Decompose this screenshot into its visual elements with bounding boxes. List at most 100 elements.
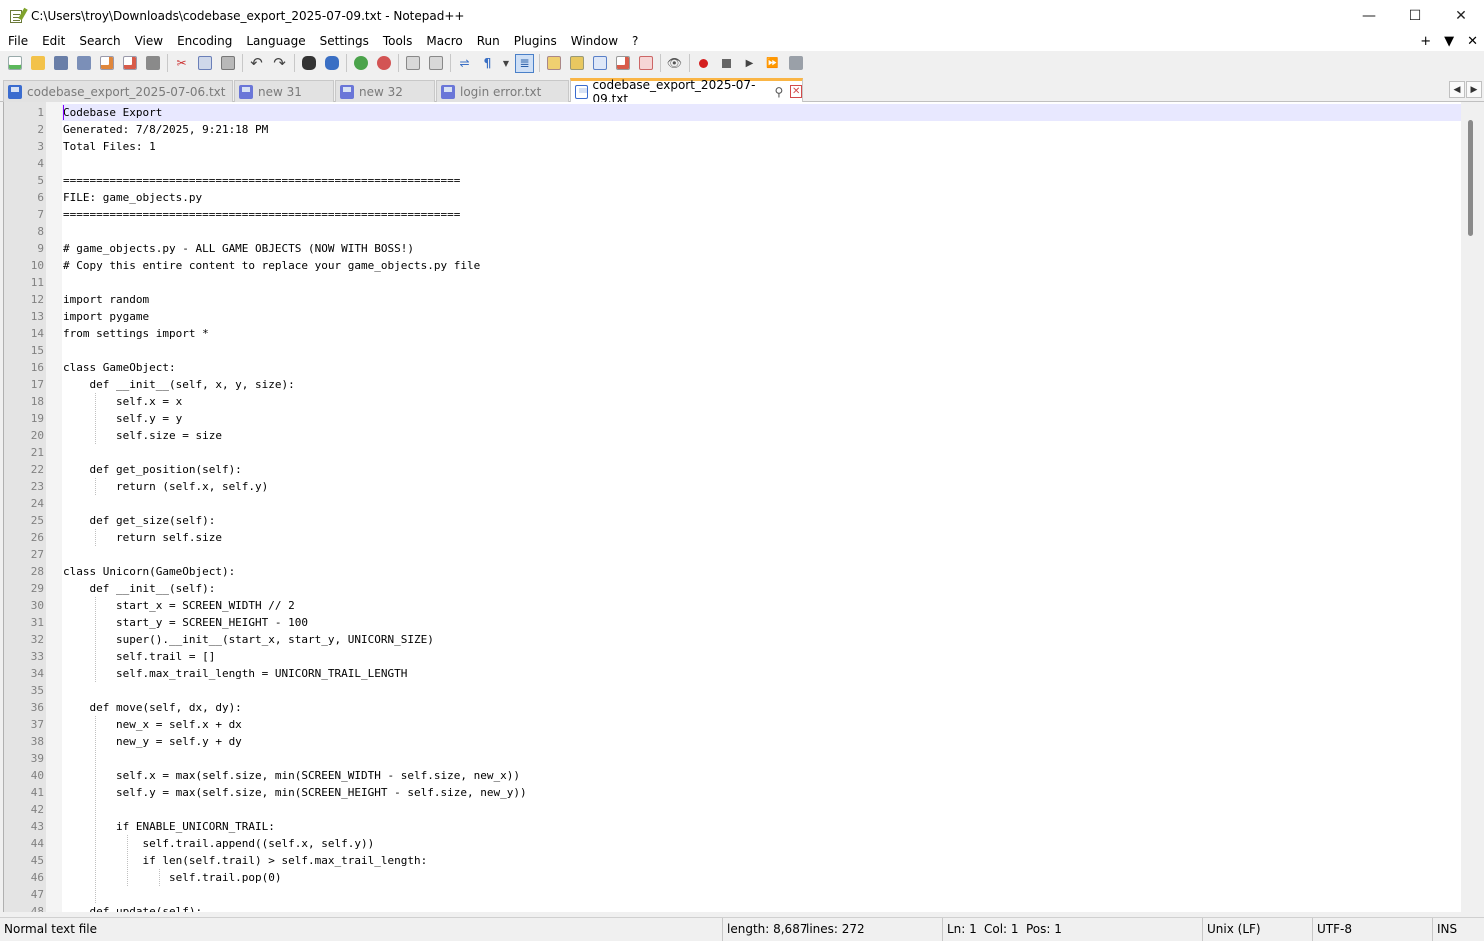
find-icon[interactable]	[299, 54, 318, 73]
folder-workspace-icon[interactable]	[567, 54, 586, 73]
menu-language[interactable]: Language	[239, 31, 312, 51]
menu-macro[interactable]: Macro	[419, 31, 469, 51]
show-all-chars-icon[interactable]: ¶	[478, 54, 497, 73]
code-line[interactable]: 35	[31, 682, 1462, 699]
code-line[interactable]: 14 from settings import *	[31, 325, 1462, 342]
code-line[interactable]: 34 self.max_trail_length = UNICORN_TRAIL…	[31, 665, 1462, 682]
menu-view[interactable]: View	[128, 31, 170, 51]
code-line[interactable]: 41 self.y = max(self.size, min(SCREEN_HE…	[31, 784, 1462, 801]
word-wrap-icon[interactable]: ⇌	[455, 54, 474, 73]
code-line[interactable]: 32 super().__init__(start_x, start_y, UN…	[31, 631, 1462, 648]
code-line[interactable]: 31 start_y = SCREEN_HEIGHT - 100	[31, 614, 1462, 631]
tab-new-32[interactable]: new 32	[335, 80, 435, 102]
code-line[interactable]: 30 start_x = SCREEN_WIDTH // 2	[31, 597, 1462, 614]
code-line[interactable]: 39	[31, 750, 1462, 767]
code-line[interactable]: 5 =======================================…	[37, 172, 1462, 189]
minimize-button[interactable]: —	[1346, 0, 1392, 31]
monitor-icon[interactable]	[636, 54, 655, 73]
new-tab-icon[interactable]: +	[1420, 34, 1431, 49]
code-line[interactable]: 48 def update(self):	[31, 903, 1462, 912]
code-line[interactable]: 43 if ENABLE_UNICORN_TRAIL:	[31, 818, 1462, 835]
status-eol[interactable]: Unix (LF)	[1202, 918, 1312, 941]
save-all-icon[interactable]	[74, 54, 93, 73]
code-line[interactable]: 12 import random	[31, 291, 1462, 308]
code-line[interactable]: 26 return self.size	[31, 529, 1462, 546]
function-list-icon[interactable]	[590, 54, 609, 73]
code-line[interactable]: 6 FILE: game_objects.py	[37, 189, 1462, 206]
replace-icon[interactable]	[322, 54, 341, 73]
cut-icon[interactable]: ✂	[172, 54, 191, 73]
tab-codebase-export-0706[interactable]: codebase_export_2025-07-06.txt	[3, 80, 233, 102]
tab-login-error[interactable]: login error.txt	[436, 80, 569, 102]
editor[interactable]: 1 Codebase Export 2 Generated: 7/8/2025, 9:…	[3, 102, 1481, 912]
maximize-button[interactable]: ☐	[1392, 0, 1438, 31]
sync-vertical-icon[interactable]	[403, 54, 422, 73]
code-line[interactable]: 19 self.y = y	[31, 410, 1462, 427]
code-line[interactable]: 22 def get_position(self):	[31, 461, 1462, 478]
close-icon[interactable]	[97, 54, 116, 73]
sync-horizontal-icon[interactable]	[426, 54, 445, 73]
tab-scroll-left-icon[interactable]: ◀	[1449, 81, 1465, 98]
code-line[interactable]: 42	[31, 801, 1462, 818]
eye-icon[interactable]: 👁	[665, 54, 684, 73]
tab-scroll-right-icon[interactable]: ▶	[1466, 81, 1482, 98]
doc-list-icon[interactable]	[613, 54, 632, 73]
zoom-in-icon[interactable]	[351, 54, 370, 73]
code-line[interactable]: 15	[31, 342, 1462, 359]
code-line[interactable]: 24	[31, 495, 1462, 512]
zoom-out-icon[interactable]	[374, 54, 393, 73]
menu-edit[interactable]: Edit	[35, 31, 72, 51]
copy-icon[interactable]	[195, 54, 214, 73]
menu-settings[interactable]: Settings	[313, 31, 376, 51]
play-macro-icon[interactable]: ▶	[740, 54, 759, 73]
menu-window[interactable]: Window	[564, 31, 625, 51]
code-line[interactable]: 4	[37, 155, 1462, 172]
code-line[interactable]: 46 self.trail.pop(0)	[31, 869, 1462, 886]
run-multiple-icon[interactable]: ⏩	[763, 54, 782, 73]
code-line[interactable]: 45 if len(self.trail) > self.max_trail_l…	[31, 852, 1462, 869]
code-line[interactable]: 37 new_x = self.x + dx	[31, 716, 1462, 733]
vertical-scrollbar[interactable]	[1461, 102, 1481, 912]
code-line[interactable]: 44 self.trail.append((self.x, self.y))	[31, 835, 1462, 852]
tab-codebase-export-0709[interactable]: codebase_export_2025-07-09.txt ⚲ ✕	[570, 78, 803, 106]
code-line[interactable]: 25 def get_size(self):	[31, 512, 1462, 529]
new-file-icon[interactable]	[5, 54, 24, 73]
code-line[interactable]: 40 self.x = max(self.size, min(SCREEN_WI…	[31, 767, 1462, 784]
code-line[interactable]: 1 Codebase Export	[37, 104, 1462, 121]
paste-icon[interactable]	[218, 54, 237, 73]
close-tab-icon[interactable]: ✕	[790, 85, 802, 98]
menu-file[interactable]: File	[0, 31, 35, 51]
code-line[interactable]: 27	[31, 546, 1462, 563]
code-line[interactable]: 38 new_y = self.y + dy	[31, 733, 1462, 750]
pin-icon[interactable]: ⚲	[775, 85, 784, 99]
code-line[interactable]: 36 def move(self, dx, dy):	[31, 699, 1462, 716]
code-line[interactable]: 13 import pygame	[31, 308, 1462, 325]
code-line[interactable]: 28 class Unicorn(GameObject):	[31, 563, 1462, 580]
code-area[interactable]: 1 Codebase Export 2 Generated: 7/8/2025, 9:…	[31, 102, 1462, 912]
status-insert-mode[interactable]: INS	[1432, 918, 1484, 941]
print-icon[interactable]	[143, 54, 162, 73]
record-macro-icon[interactable]	[694, 54, 713, 73]
close-doc-icon[interactable]: ✕	[1467, 34, 1478, 49]
undo-icon[interactable]: ↶	[247, 54, 266, 73]
open-file-icon[interactable]	[28, 54, 47, 73]
code-line[interactable]: 9 # game_objects.py - ALL GAME OBJECTS (N…	[37, 240, 1462, 257]
code-line[interactable]: 33 self.trail = []	[31, 648, 1462, 665]
save-macro-icon[interactable]	[786, 54, 805, 73]
code-line[interactable]: 10 # Copy this entire content to replace …	[31, 257, 1462, 274]
menu-search[interactable]: Search	[72, 31, 127, 51]
code-line[interactable]: 20 self.size = size	[31, 427, 1462, 444]
menu-help[interactable]: ?	[625, 31, 645, 51]
indent-guide-icon[interactable]: ≣	[515, 53, 534, 73]
scrollbar-thumb[interactable]	[1468, 120, 1473, 236]
code-line[interactable]: 21	[31, 444, 1462, 461]
code-line[interactable]: 47	[31, 886, 1462, 903]
code-line[interactable]: 18 self.x = x	[31, 393, 1462, 410]
doc-map-icon[interactable]	[544, 54, 563, 73]
code-line[interactable]: 29 def __init__(self):	[31, 580, 1462, 597]
menu-plugins[interactable]: Plugins	[507, 31, 564, 51]
code-line[interactable]: 3 Total Files: 1	[37, 138, 1462, 155]
tab-list-icon[interactable]: ▼	[1444, 34, 1454, 49]
code-line[interactable]: 11	[31, 274, 1462, 291]
code-line[interactable]: 17 def __init__(self, x, y, size):	[31, 376, 1462, 393]
